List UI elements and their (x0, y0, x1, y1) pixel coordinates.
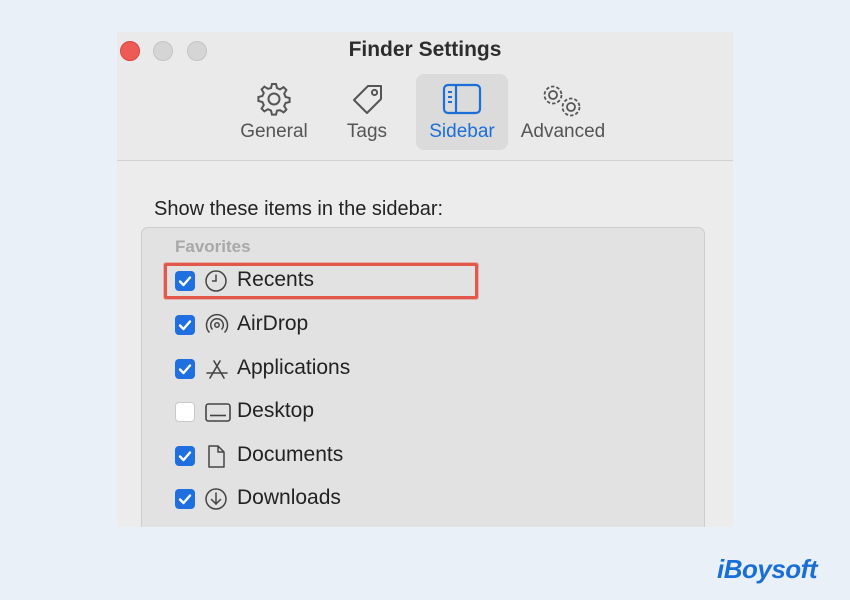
desktop-label: Desktop (237, 399, 315, 422)
applications-checkbox[interactable] (175, 359, 195, 379)
tab-general[interactable]: General (229, 74, 319, 150)
window-title: Finder Settings (348, 38, 502, 61)
desktop-icon (204, 400, 232, 429)
tag-icon (348, 82, 386, 123)
applications-label: Applications (237, 356, 351, 379)
tab-tags[interactable]: Tags (325, 74, 409, 150)
documents-checkbox[interactable] (175, 446, 195, 466)
gears-icon (539, 82, 587, 125)
document-icon (204, 444, 228, 475)
applications-icon (204, 357, 230, 388)
tab-tags-label: Tags (346, 121, 388, 142)
tab-general-label: General (240, 121, 308, 142)
downloads-label: Downloads (237, 486, 341, 509)
brand-logo: iBoysoft (717, 554, 818, 584)
sidebar-settings-pane: Show these items in the sidebar: Favorit… (117, 161, 733, 527)
toolbar: Finder Settings General Tags Sidebar Adv… (117, 32, 733, 161)
downloads-checkbox[interactable] (175, 489, 195, 509)
documents-label: Documents (237, 443, 344, 466)
download-icon (204, 487, 228, 516)
airdrop-label: AirDrop (237, 312, 309, 335)
highlight-box (164, 263, 478, 299)
tab-advanced[interactable]: Advanced (515, 74, 611, 150)
tab-advanced-label: Advanced (520, 121, 606, 142)
favorites-header: Favorites (175, 237, 251, 256)
tab-sidebar[interactable]: Sidebar (416, 74, 508, 150)
desktop-checkbox[interactable] (175, 402, 195, 422)
sidebar-icon (442, 82, 482, 121)
airdrop-icon (204, 313, 230, 344)
gear-icon (256, 82, 292, 123)
tab-sidebar-label: Sidebar (429, 121, 495, 142)
airdrop-checkbox[interactable] (175, 315, 195, 335)
section-heading: Show these items in the sidebar: (154, 198, 444, 220)
